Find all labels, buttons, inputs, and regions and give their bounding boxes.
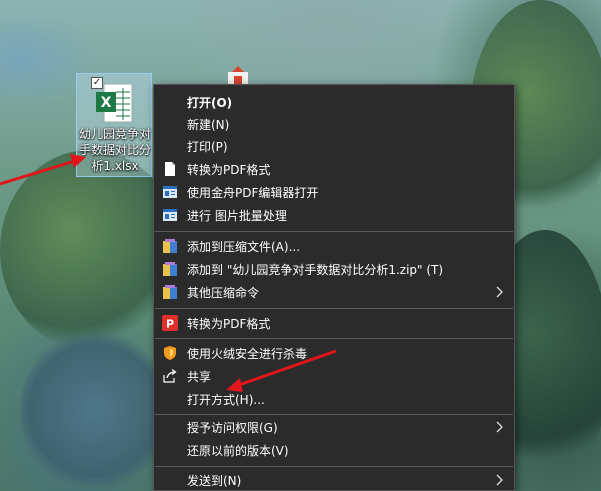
share-icon: [163, 369, 177, 383]
menu-item-new[interactable]: 新建(N): [154, 113, 514, 135]
menu-item-label: 打开(O): [187, 95, 233, 110]
menu-separator: [155, 338, 513, 339]
archive-icon: [163, 285, 177, 299]
menu-item-label: 共享: [187, 369, 212, 384]
archive-icon: [163, 239, 177, 253]
menu-item-antivirus-scan[interactable]: 使用火绒安全进行杀毒: [154, 342, 514, 364]
document-icon: [165, 162, 175, 176]
menu-item-add-archive[interactable]: 添加到压缩文件(A)...: [154, 235, 514, 257]
svg-text:P: P: [166, 318, 174, 331]
menu-item-label: 还原以前的版本(V): [187, 443, 289, 458]
menu-item-label: 转换为PDF格式: [187, 162, 271, 177]
context-menu: 打开(O) 新建(N) 打印(P) 转换为PDF格式 使用金舟PDF编辑器打开: [153, 84, 515, 491]
menu-item-add-to-zip[interactable]: 添加到 "幼儿园竞争对手数据对比分析1.zip" (T): [154, 258, 514, 280]
image-batch-icon: [163, 209, 177, 221]
menu-item-send-to[interactable]: 发送到(N): [154, 469, 514, 491]
menu-item-label: 添加到压缩文件(A)...: [187, 239, 301, 254]
chevron-right-icon: [496, 474, 503, 486]
menu-item-label: 其他压缩命令: [187, 285, 260, 300]
menu-item-other-compress[interactable]: 其他压缩命令: [154, 281, 514, 303]
chevron-right-icon: [496, 286, 503, 298]
menu-item-label: 打印(P): [187, 139, 228, 154]
wallpaper-foliage: [20, 330, 170, 490]
pdf-editor-icon: [163, 186, 177, 198]
menu-separator: [155, 308, 513, 309]
menu-item-label: 进行 图片批量处理: [187, 208, 287, 223]
archive-icon: [163, 262, 177, 276]
excel-file-icon: X: [96, 83, 133, 123]
menu-item-label: 新建(N): [187, 117, 230, 132]
menu-item-label: 使用金舟PDF编辑器打开: [187, 185, 319, 200]
desktop-file-excel[interactable]: ✓ X 幼儿园竞争对手数据对比分析1.xlsx: [76, 73, 152, 177]
menu-item-grant-access[interactable]: 授予访问权限(G): [154, 416, 514, 438]
menu-separator: [155, 466, 513, 467]
chevron-right-icon: [496, 421, 503, 433]
menu-item-label: 发送到(N): [187, 473, 242, 488]
shield-icon: [164, 346, 176, 360]
menu-item-label: 打开方式(H)...: [187, 392, 265, 407]
svg-text:X: X: [101, 95, 112, 111]
menu-item-label: 添加到 "幼儿园竞争对手数据对比分析1.zip" (T): [187, 262, 444, 277]
menu-item-convert-pdf[interactable]: 转换为PDF格式: [154, 158, 514, 180]
menu-separator: [155, 414, 513, 415]
menu-item-open[interactable]: 打开(O): [154, 91, 514, 113]
menu-item-share[interactable]: 共享: [154, 365, 514, 387]
menu-item-label: 转换为PDF格式: [187, 316, 271, 331]
menu-item-restore-versions[interactable]: 还原以前的版本(V): [154, 439, 514, 461]
menu-item-image-batch[interactable]: 进行 图片批量处理: [154, 204, 514, 226]
menu-item-label: 授予访问权限(G): [187, 420, 278, 435]
pdf-convert-icon: P: [162, 315, 178, 331]
menu-item-open-with[interactable]: 打开方式(H)...: [154, 388, 514, 410]
menu-item-open-pdf-editor[interactable]: 使用金舟PDF编辑器打开: [154, 181, 514, 203]
file-name-label: 幼儿园竞争对手数据对比分析1.xlsx: [78, 127, 151, 173]
menu-item-print[interactable]: 打印(P): [154, 135, 514, 157]
menu-separator: [155, 231, 513, 232]
menu-item-convert-pdf-2[interactable]: P 转换为PDF格式: [154, 312, 514, 334]
menu-item-label: 使用火绒安全进行杀毒: [187, 346, 308, 361]
